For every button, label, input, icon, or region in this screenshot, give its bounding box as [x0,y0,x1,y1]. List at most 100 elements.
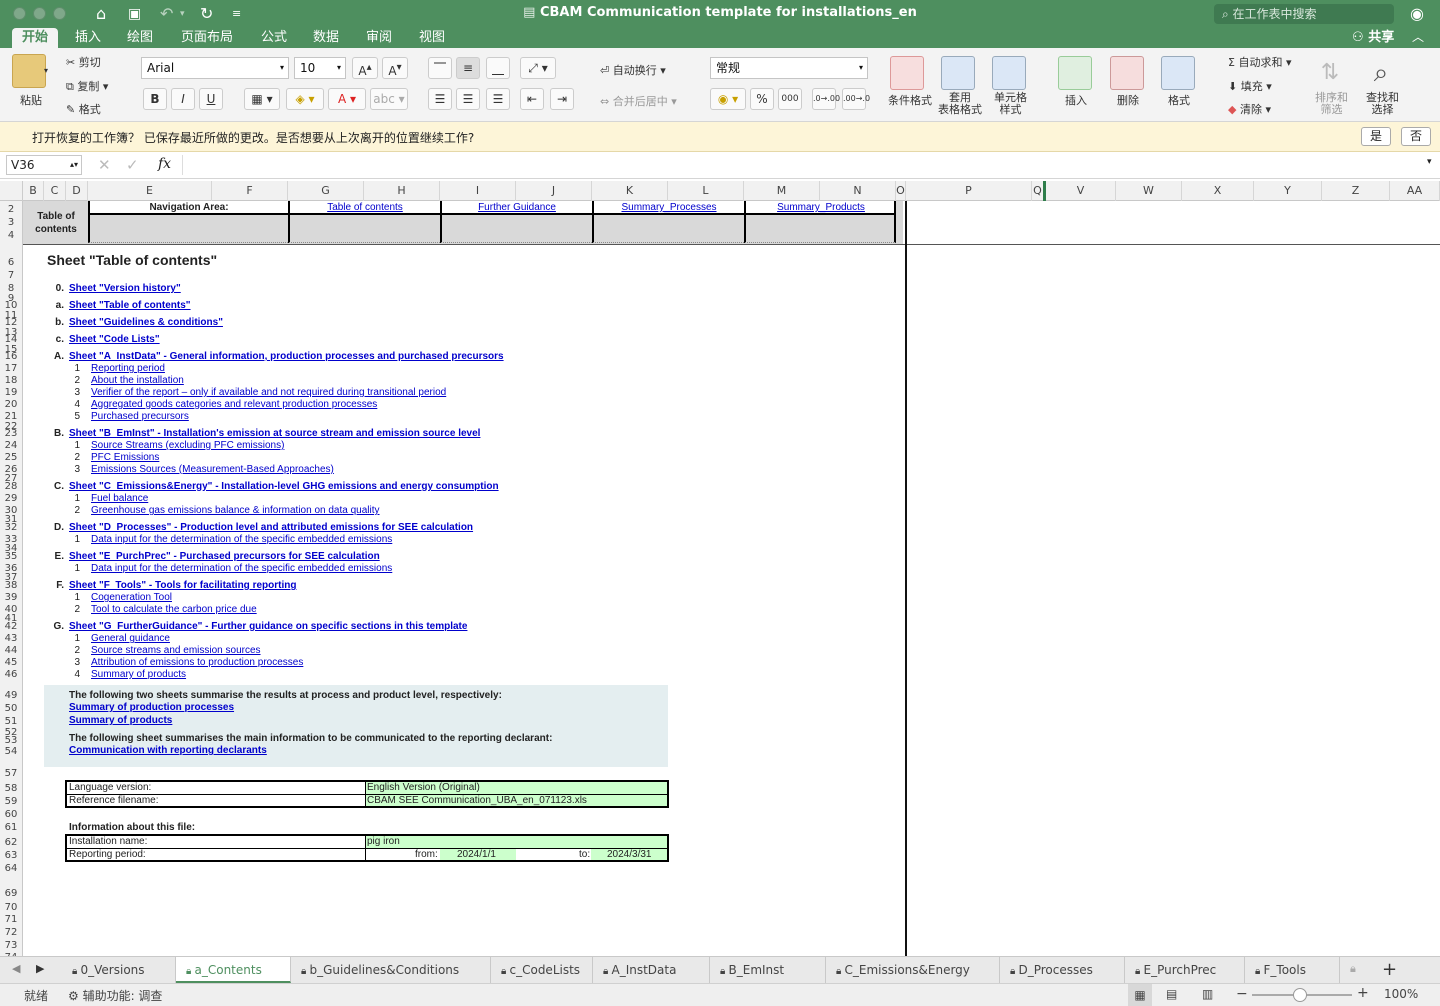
toc-item-link[interactable]: Verifier of the report – only if availab… [91,387,446,399]
align-bottom-button[interactable]: ⎽ [486,57,510,79]
table-format-icon[interactable] [941,56,975,90]
merge-center-button[interactable]: ⇔ 合并后居中 ▾ [600,93,677,109]
toc-section-link[interactable]: Sheet "Code Lists" [69,334,160,346]
magnifier-icon[interactable]: ⌕ [1364,56,1398,90]
formula-input[interactable] [182,155,1422,175]
sheet-grid[interactable]: Table of contents Navigation Area: Table… [23,201,1440,956]
autosum-button[interactable]: Σ 自动求和 ▾ [1228,54,1291,70]
toc-item-link[interactable]: Source streams and emission sources [91,645,261,657]
collapse-ribbon-icon[interactable]: ︿ [1412,28,1424,47]
phonetic-button[interactable]: abc ▾ [370,88,408,110]
toc-section-link[interactable]: Sheet "A_InstData" - General information… [69,351,504,363]
zoom-in-button[interactable]: + [1357,985,1369,1001]
row-header[interactable]: 24 [0,440,22,451]
language-value[interactable]: English Version (Original) [367,782,480,794]
redo-icon[interactable]: ↻ [200,4,213,24]
recovery-yes-button[interactable]: 是 [1361,127,1391,146]
sheet-search-input[interactable]: ⌕ 在工作表中搜索 [1214,4,1394,24]
select-all-corner[interactable] [0,181,23,201]
column-header[interactable]: E [88,181,212,201]
nav-link-table-of-contents[interactable]: Table of contents [290,202,440,214]
nav-link-summary-products[interactable]: Summary_Products [746,202,896,214]
toc-section-link[interactable]: Sheet "Table of contents" [69,300,191,312]
row-header[interactable]: 28 [0,481,22,492]
row-header[interactable]: 19 [0,387,22,398]
add-sheet-icon[interactable]: + [1382,959,1397,980]
row-header[interactable]: 4 [0,230,22,241]
sheet-tab[interactable]: 🔒︎ a_Contents [176,957,291,983]
sheet-tab[interactable]: 🔒︎ 0_Versions [62,957,176,983]
toc-item-link[interactable]: Attribution of emissions to production p… [91,657,303,669]
row-header[interactable]: 38 [0,580,22,591]
column-header[interactable]: K [592,181,668,201]
row-header[interactable]: 20 [0,399,22,410]
sheet-tab[interactable]: 🔒︎ B_EmInst [710,957,826,983]
row-header[interactable]: 61 [0,822,22,833]
next-sheet-icon[interactable]: ▶ [36,962,44,975]
row-header[interactable]: 25 [0,452,22,463]
account-icon[interactable]: ◉ [1410,4,1424,24]
expand-formula-icon[interactable]: ▾ [1427,157,1432,167]
row-header[interactable]: 35 [0,551,22,562]
bold-button[interactable]: B [143,88,167,110]
column-header[interactable]: Z [1322,181,1390,201]
decrease-decimal-button[interactable]: .00→.0 [842,88,870,110]
clear-button[interactable]: ◆ 清除 ▾ [1228,101,1271,117]
toc-item-link[interactable]: Purchased precursors [91,411,189,423]
home-icon[interactable]: ⌂ [96,4,106,24]
close-window-button[interactable] [13,7,26,20]
toc-item-link[interactable]: Aggregated goods categories and relevant… [91,399,377,411]
nav-link-summary-processes[interactable]: Summary_Processes [594,202,744,214]
align-left-button[interactable]: ☰ [428,88,452,110]
column-header[interactable]: Y [1254,181,1322,201]
column-header[interactable]: D [66,181,88,201]
row-header[interactable]: 18 [0,375,22,386]
minimize-window-button[interactable] [33,7,46,20]
column-header[interactable]: W [1116,181,1182,201]
align-top-button[interactable]: ⎺ [428,57,452,79]
row-header[interactable]: 46 [0,669,22,680]
row-header[interactable]: 59 [0,796,22,807]
row-header[interactable]: 69 [0,888,22,899]
tab-page-layout[interactable]: 页面布局 [172,28,242,48]
row-header[interactable]: 42 [0,621,22,632]
row-header[interactable]: 3 [0,217,22,228]
italic-button[interactable]: I [171,88,195,110]
undo-dropdown-icon[interactable]: ▾ [180,4,185,24]
tab-home[interactable]: 开始 [12,28,58,48]
row-header[interactable]: 50 [0,703,22,714]
fill-color-button[interactable]: ◈ ▾ [286,88,324,110]
column-header[interactable]: G [288,181,364,201]
toc-item-link[interactable]: Greenhouse gas emissions balance & infor… [91,505,380,517]
row-header[interactable]: 2 [0,204,22,215]
row-header[interactable]: 64 [0,863,22,874]
toc-item-link[interactable]: Data input for the determination of the … [91,563,392,575]
row-header[interactable]: 44 [0,645,22,656]
number-format-select[interactable]: 常规 ▾ [710,57,868,79]
row-header[interactable]: 63 [0,850,22,861]
row-header[interactable]: 54 [0,746,22,757]
toc-item-link[interactable]: Source Streams (excluding PFC emissions) [91,440,284,452]
borders-button[interactable]: ▦ ▾ [244,88,280,110]
toc-item-link[interactable]: Cogeneration Tool [91,592,172,604]
sheet-tab[interactable]: 🔒︎ C_Emissions&Energy [826,957,1000,983]
row-header[interactable]: 58 [0,783,22,794]
align-center-button[interactable]: ☰ [456,88,480,110]
insert-function-icon[interactable]: fx [158,156,171,172]
toc-item-link[interactable]: Data input for the determination of the … [91,534,392,546]
toc-item-link[interactable]: Tool to calculate the carbon price due [91,604,257,616]
undo-icon[interactable]: ↶ [160,4,173,24]
toc-item-link[interactable]: Summary of products [91,669,186,681]
row-header[interactable]: 73 [0,940,22,951]
summary-link-communication[interactable]: Communication with reporting declarants [69,745,267,757]
toc-item-link[interactable]: General guidance [91,633,170,645]
fill-button[interactable]: ⬇ 填充 ▾ [1228,78,1272,94]
installation-value[interactable]: pig iron [367,836,400,848]
zoom-slider-handle[interactable] [1293,988,1307,1002]
share-button[interactable]: ⚇ 共享 [1352,28,1394,47]
delete-cells-icon[interactable] [1110,56,1144,90]
zoom-out-button[interactable]: − [1236,986,1248,1002]
toc-section-link[interactable]: Sheet "G_FurtherGuidance" - Further guid… [69,621,467,633]
column-header[interactable]: O [896,181,906,201]
row-header[interactable]: 49 [0,690,22,701]
